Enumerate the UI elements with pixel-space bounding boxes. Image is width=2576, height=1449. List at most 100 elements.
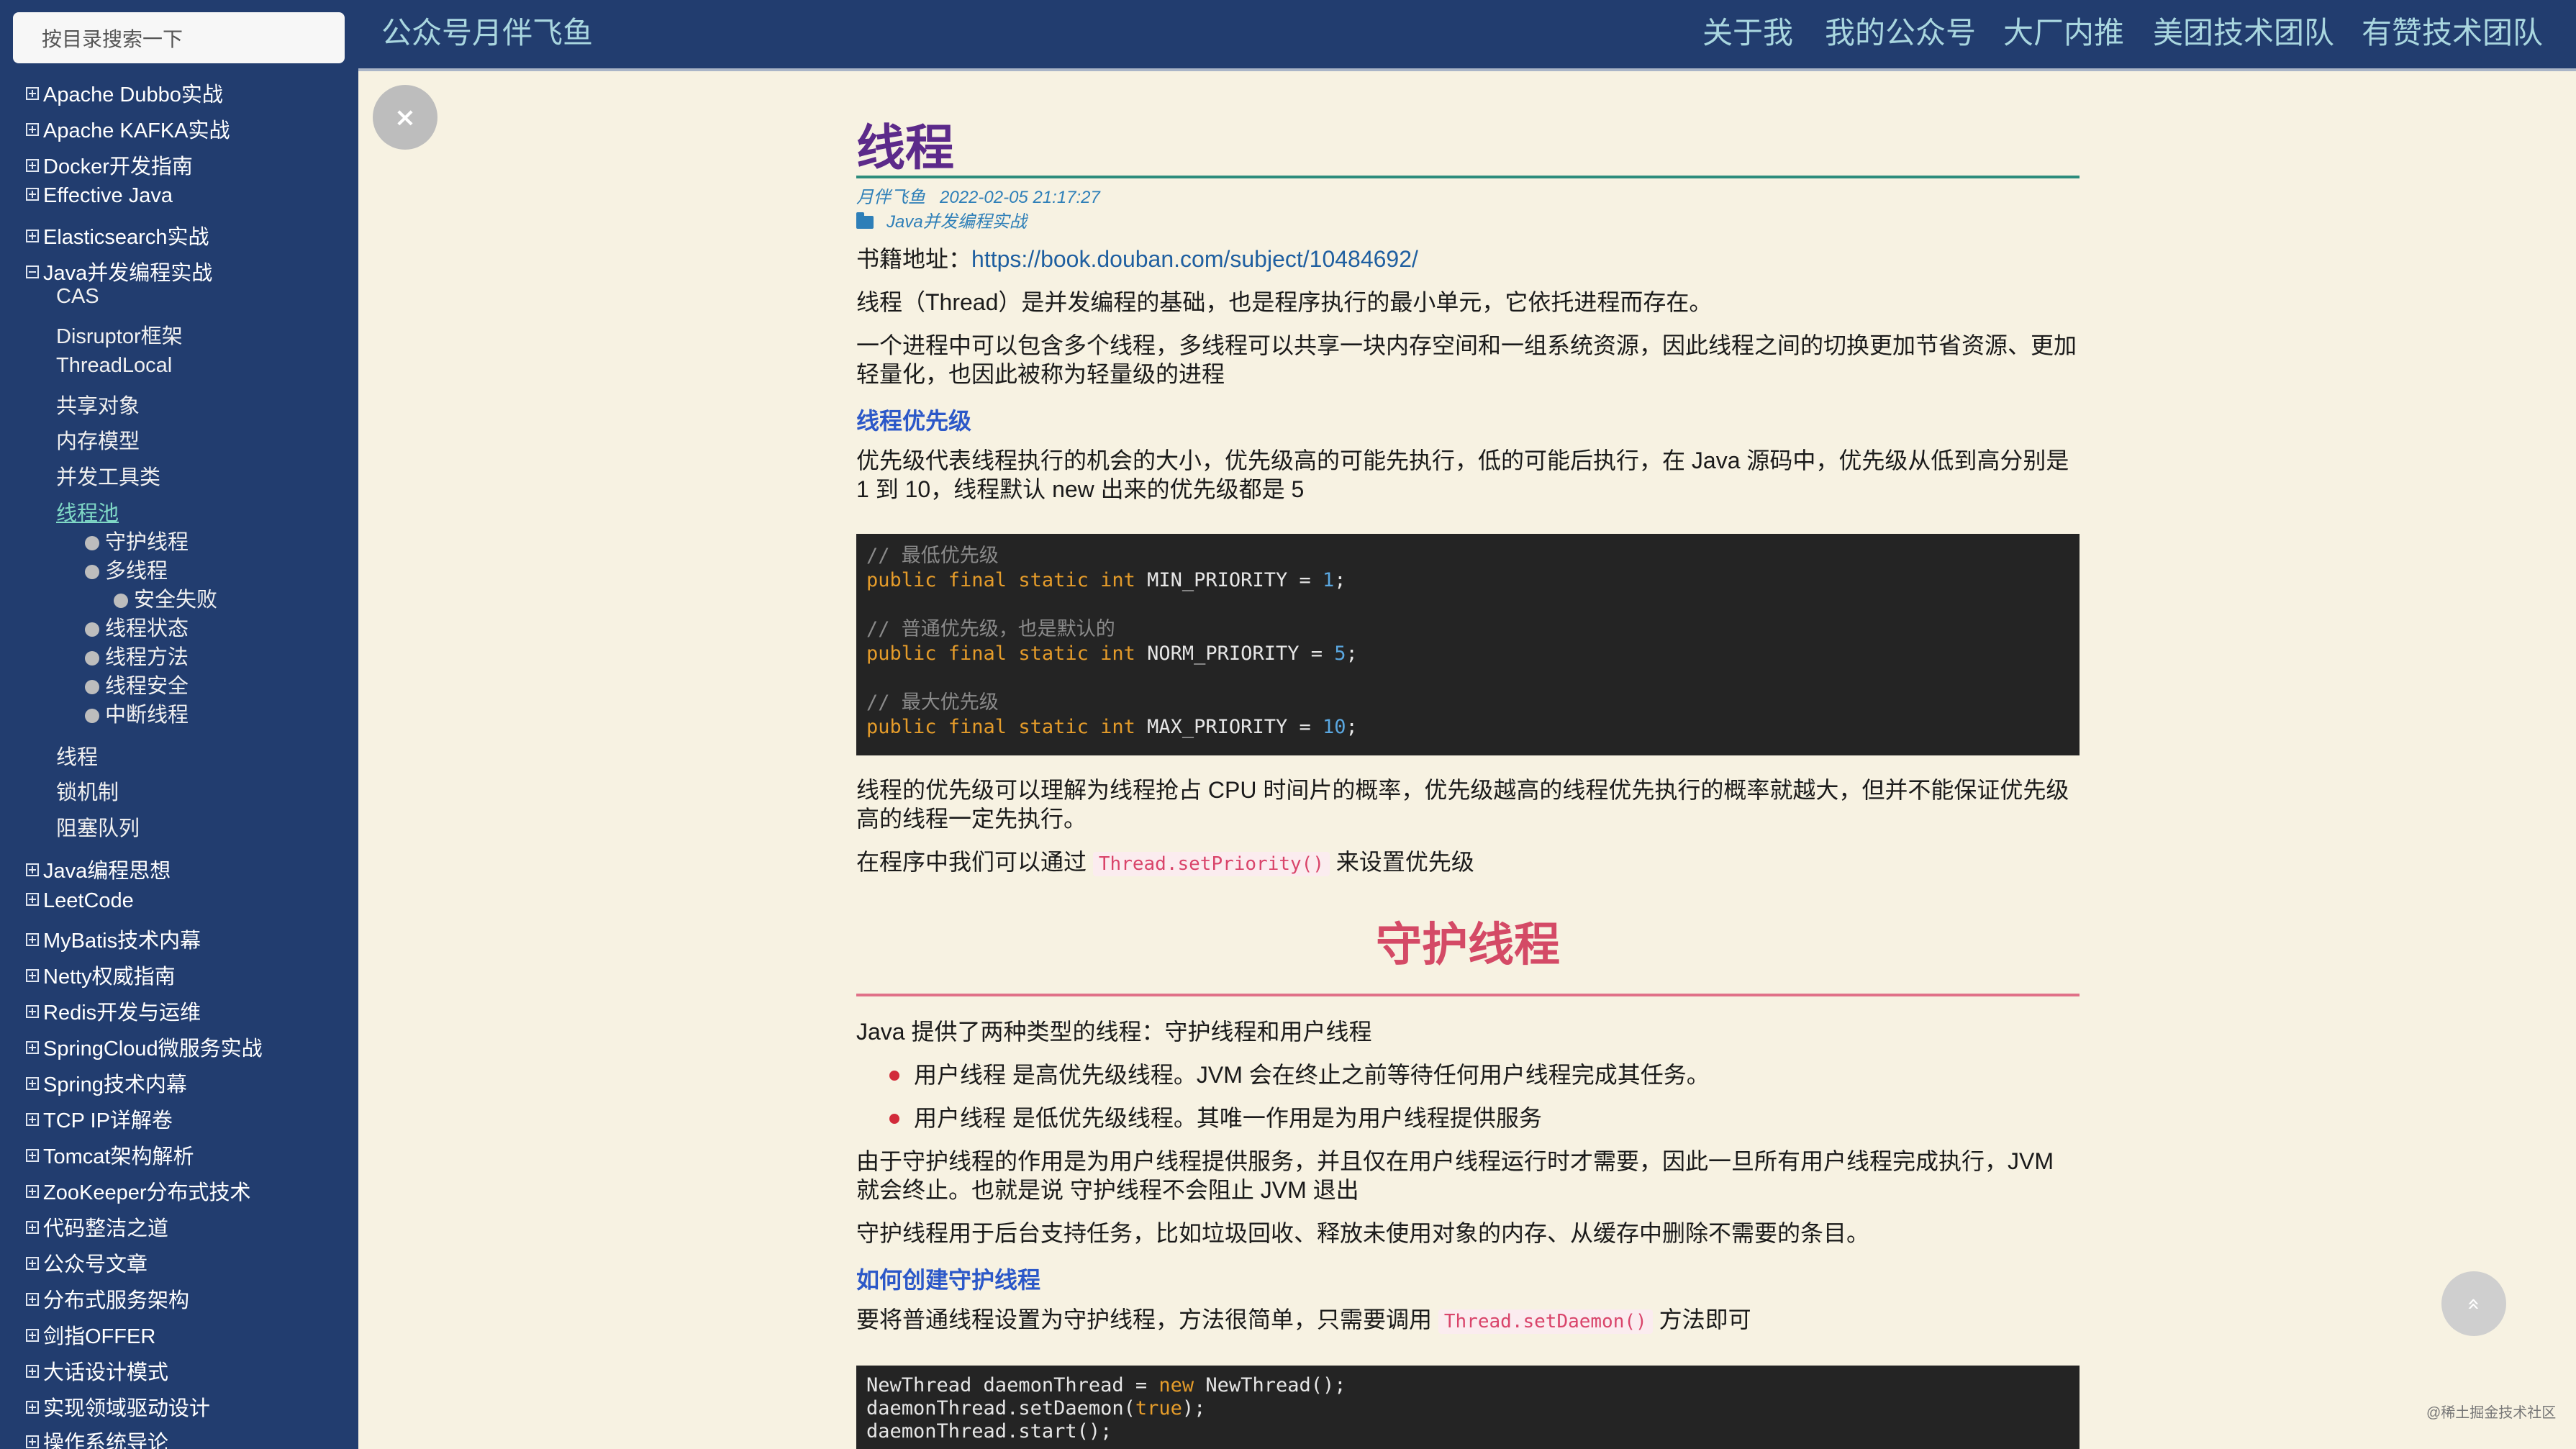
- expand-icon: [26, 188, 39, 201]
- toc-item-thread-methods[interactable]: 线程方法: [85, 640, 189, 671]
- collapse-icon: [26, 265, 39, 278]
- sidebar-subitem-thread[interactable]: 线程: [56, 740, 98, 771]
- toc-item-fail-safe[interactable]: 安全失败: [114, 583, 217, 613]
- toc-item-thread-safety[interactable]: 线程安全: [85, 669, 189, 699]
- bullet-icon: [85, 536, 99, 550]
- nav-official-account[interactable]: 我的公众号: [1825, 0, 1976, 68]
- sidebar-subitem-threadlocal[interactable]: ThreadLocal: [56, 354, 172, 378]
- nav-about[interactable]: 关于我: [1702, 0, 1793, 68]
- sidebar-subitem-cas[interactable]: CAS: [56, 285, 99, 309]
- sidebar-item-tcpip[interactable]: TCP IP详解卷: [26, 1104, 173, 1134]
- sidebar-item-leetcode[interactable]: LeetCode: [26, 889, 134, 913]
- nav-youzan-tech[interactable]: 有赞技术团队: [2362, 0, 2543, 68]
- code-comment: // 最大优先级: [866, 691, 999, 714]
- expand-icon: [26, 1185, 39, 1198]
- list-item: 用户线程 是高优先级线程。JVM 会在终止之前等待任何用户线程完成其任务。: [914, 1062, 1710, 1088]
- sidebar-item-mybatis[interactable]: MyBatis技术内幕: [26, 924, 201, 954]
- sidebar-item-docker[interactable]: Docker开发指南: [26, 150, 193, 180]
- book-address: 书籍地址：https://book.douban.com/subject/104…: [856, 246, 1418, 272]
- sidebar-item-redis[interactable]: Redis开发与运维: [26, 996, 201, 1026]
- code-line: daemonThread.setDaemon(true);: [866, 1397, 1206, 1420]
- sidebar-subitem-blocking-queue[interactable]: 阻塞队列: [56, 812, 140, 842]
- sidebar-item-elasticsearch[interactable]: Elasticsearch实战: [26, 220, 209, 250]
- watermark: @稀土掘金技术社区: [2426, 1405, 2557, 1421]
- expand-icon: [26, 1041, 39, 1054]
- sidebar-item-ddd[interactable]: 实现领域驱动设计: [26, 1391, 210, 1422]
- sidebar-item-articles[interactable]: 公众号文章: [26, 1248, 148, 1278]
- sidebar-subitem-disruptor[interactable]: Disruptor框架: [56, 319, 183, 350]
- expand-icon: [26, 1077, 39, 1090]
- folder-icon: [856, 212, 874, 229]
- paragraph: 在程序中我们可以通过 Thread.setPriority() 来设置优先级: [856, 849, 1474, 876]
- sidebar-item-netty[interactable]: Netty权威指南: [26, 960, 176, 990]
- expand-icon: [26, 1435, 39, 1448]
- code-line: public final static int NORM_PRIORITY = …: [866, 642, 1358, 665]
- sidebar-item-effective-java[interactable]: Effective Java: [26, 184, 173, 208]
- page-title: 线程: [856, 121, 955, 176]
- search-input[interactable]: 按目录搜索一下: [13, 12, 345, 63]
- expand-icon: [26, 1365, 39, 1378]
- toc-item-thread-state[interactable]: 线程状态: [85, 612, 189, 642]
- expand-icon: [26, 893, 39, 906]
- expand-icon: [26, 123, 39, 136]
- sidebar-item-dubbo[interactable]: Apache Dubbo实战: [26, 78, 223, 108]
- sidebar-subitem-concurrency-tools[interactable]: 并发工具类: [56, 460, 160, 491]
- code-line: NewThread daemonThread = new NewThread()…: [866, 1374, 1346, 1396]
- section-heading-create-daemon: 如何创建守护线程: [856, 1267, 1041, 1293]
- sidebar-item-os[interactable]: 操作系统导论: [26, 1426, 168, 1449]
- sidebar-subitem-locks[interactable]: 锁机制: [56, 776, 119, 806]
- sidebar-item-spring[interactable]: Spring技术内幕: [26, 1068, 187, 1098]
- toc-item-daemon-thread[interactable]: 守护线程: [85, 525, 189, 555]
- expand-icon: [26, 159, 39, 172]
- paragraph: 一个进程中可以包含多个线程，多线程可以共享一块内存空间和一组系统资源，因此线程之…: [856, 332, 2077, 387]
- site-title[interactable]: 公众号月伴飞鱼: [381, 0, 593, 68]
- sidebar: 按目录搜索一下 Apache Dubbo实战 Apache KAFKA实战 Do…: [0, 0, 358, 1449]
- sidebar-item-tomcat[interactable]: Tomcat架构解析: [26, 1140, 194, 1170]
- sidebar-subitem-thread-pool[interactable]: 线程池: [56, 496, 119, 527]
- toc-item-interrupt-thread[interactable]: 中断线程: [85, 698, 189, 728]
- expand-icon: [26, 1221, 39, 1234]
- code-line: public final static int MAX_PRIORITY = 1…: [866, 716, 1358, 738]
- bullet-icon: [889, 1071, 899, 1081]
- bullet-icon: [85, 565, 99, 579]
- post-meta: 月伴飞鱼 2022-02-05 21:17:27: [856, 183, 1100, 208]
- sidebar-item-zookeeper[interactable]: ZooKeeper分布式技术: [26, 1176, 251, 1206]
- toc-item-multithreading[interactable]: 多线程: [85, 554, 168, 584]
- sidebar-item-distributed[interactable]: 分布式服务架构: [26, 1284, 189, 1314]
- sidebar-item-offer[interactable]: 剑指OFFER: [26, 1319, 155, 1350]
- code-block-daemon: NewThread daemonThread = new NewThread()…: [856, 1366, 2080, 1449]
- expand-icon: [26, 863, 39, 876]
- expand-icon: [26, 1113, 39, 1126]
- bullet-icon: [889, 1114, 899, 1124]
- code-block-priority: // 最低优先级 public final static int MIN_PRI…: [856, 534, 2080, 755]
- post-author[interactable]: 月伴飞鱼: [856, 188, 925, 207]
- expand-icon: [26, 969, 39, 982]
- close-sidebar-button[interactable]: ×: [373, 85, 437, 150]
- code-line: daemonThread.start();: [866, 1420, 1112, 1443]
- double-chevron-up-icon: «: [2461, 1296, 2487, 1311]
- nav-referral[interactable]: 大厂内推: [2003, 0, 2124, 68]
- sidebar-item-design-patterns[interactable]: 大话设计模式: [26, 1355, 168, 1386]
- sidebar-item-java-concurrency[interactable]: Java并发编程实战: [26, 256, 212, 286]
- post-date: 2022-02-05 21:17:27: [940, 188, 1100, 207]
- paragraph: 要将普通线程设置为守护线程，方法很简单，只需要调用 Thread.setDaem…: [856, 1307, 1751, 1334]
- section-heading-daemon-thread: 守护线程: [1376, 919, 1560, 971]
- section-divider: [856, 994, 2080, 996]
- paragraph: Java 提供了两种类型的线程：守护线程和用户线程: [856, 1019, 1372, 1045]
- back-to-top-button[interactable]: «: [2441, 1271, 2506, 1336]
- bullet-icon: [114, 594, 128, 608]
- post-category[interactable]: Java并发编程实战: [856, 207, 1027, 232]
- sidebar-subitem-shared-objects[interactable]: 共享对象: [56, 389, 140, 419]
- close-icon: ×: [394, 102, 417, 132]
- expand-icon: [26, 87, 39, 100]
- sidebar-item-kafka[interactable]: Apache KAFKA实战: [26, 114, 230, 144]
- sidebar-subitem-memory-model[interactable]: 内存模型: [56, 424, 140, 455]
- code-line: public final static int MIN_PRIORITY = 1…: [866, 569, 1346, 591]
- paragraph: 线程（Thread）是并发编程的基础，也是程序执行的最小单元，它依托进程而存在。: [856, 289, 1713, 315]
- nav-meituan-tech[interactable]: 美团技术团队: [2153, 0, 2334, 68]
- sidebar-item-clean-code[interactable]: 代码整洁之道: [26, 1212, 168, 1242]
- sidebar-item-thinking-in-java[interactable]: Java编程思想: [26, 854, 171, 884]
- inline-code: Thread.setDaemon(): [1438, 1309, 1653, 1334]
- book-link[interactable]: https://book.douban.com/subject/10484692…: [971, 246, 1418, 272]
- sidebar-item-springcloud[interactable]: SpringCloud微服务实战: [26, 1032, 263, 1062]
